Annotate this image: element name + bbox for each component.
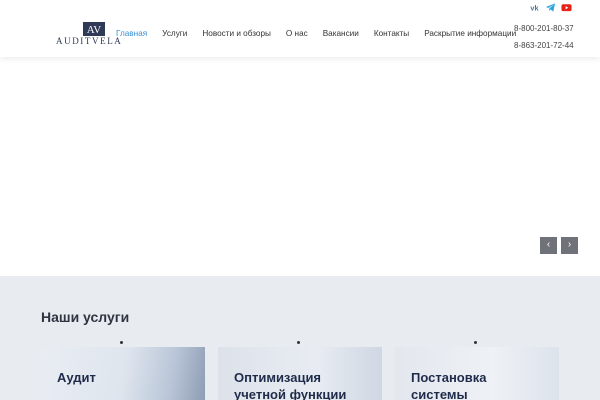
phone-1[interactable]: 8-800-201-80-37 bbox=[514, 20, 574, 37]
service-card-optimization[interactable]: Оптимизация учетной функции bbox=[218, 347, 382, 400]
service-card-title-line: Постановка bbox=[411, 370, 487, 385]
slider-next-button[interactable]: › bbox=[561, 237, 578, 254]
logo-mark-text: AV bbox=[87, 24, 102, 36]
service-card-title-line: Оптимизация bbox=[234, 370, 322, 385]
slider-prev-button[interactable]: ‹ bbox=[540, 237, 557, 254]
vk-icon[interactable]: vk bbox=[529, 2, 540, 13]
nav-item-disclosure[interactable]: Раскрытие информации bbox=[424, 29, 516, 38]
service-card-audit[interactable]: Аудит bbox=[41, 347, 205, 400]
nav-item-news[interactable]: Новости и обзоры bbox=[202, 29, 271, 38]
chevron-right-icon: › bbox=[567, 239, 572, 250]
card-dot bbox=[297, 341, 300, 344]
site-header: AV AUDITVELA Главная Услуги Новости и об… bbox=[0, 0, 600, 57]
youtube-icon[interactable] bbox=[561, 2, 572, 13]
service-card-title: Аудит bbox=[57, 369, 96, 386]
hero-slider bbox=[0, 57, 600, 276]
nav-item-about[interactable]: О нас bbox=[286, 29, 308, 38]
nav-item-contacts[interactable]: Контакты bbox=[374, 29, 409, 38]
card-dot bbox=[120, 341, 123, 344]
nav-item-services[interactable]: Услуги bbox=[162, 29, 187, 38]
service-card-title-line: Аудит bbox=[57, 370, 96, 385]
telegram-icon[interactable] bbox=[545, 2, 556, 13]
nav-item-home[interactable]: Главная bbox=[116, 29, 147, 38]
chevron-left-icon: ‹ bbox=[546, 239, 551, 250]
service-card-setup[interactable]: Постановка системы bbox=[395, 347, 559, 400]
svg-text:vk: vk bbox=[530, 3, 539, 12]
service-card-title-line: системы bbox=[411, 387, 468, 400]
service-card-title: Оптимизация учетной функции bbox=[234, 369, 346, 400]
phone-2[interactable]: 8-863-201-72-44 bbox=[514, 37, 574, 54]
card-dot bbox=[474, 341, 477, 344]
phone-numbers: 8-800-201-80-37 8-863-201-72-44 bbox=[514, 20, 574, 54]
service-card-title-line: учетной функции bbox=[234, 387, 347, 400]
social-links: vk bbox=[529, 2, 572, 13]
services-section: Наши услуги Аудит Оптимизация учетной фу… bbox=[0, 276, 600, 400]
main-nav: Главная Услуги Новости и обзоры О нас Ва… bbox=[116, 29, 516, 38]
service-card-title: Постановка системы bbox=[411, 369, 486, 400]
nav-item-vacancies[interactable]: Вакансии bbox=[323, 29, 359, 38]
services-title: Наши услуги bbox=[41, 309, 130, 325]
logo-mark-icon: AV bbox=[83, 22, 105, 36]
